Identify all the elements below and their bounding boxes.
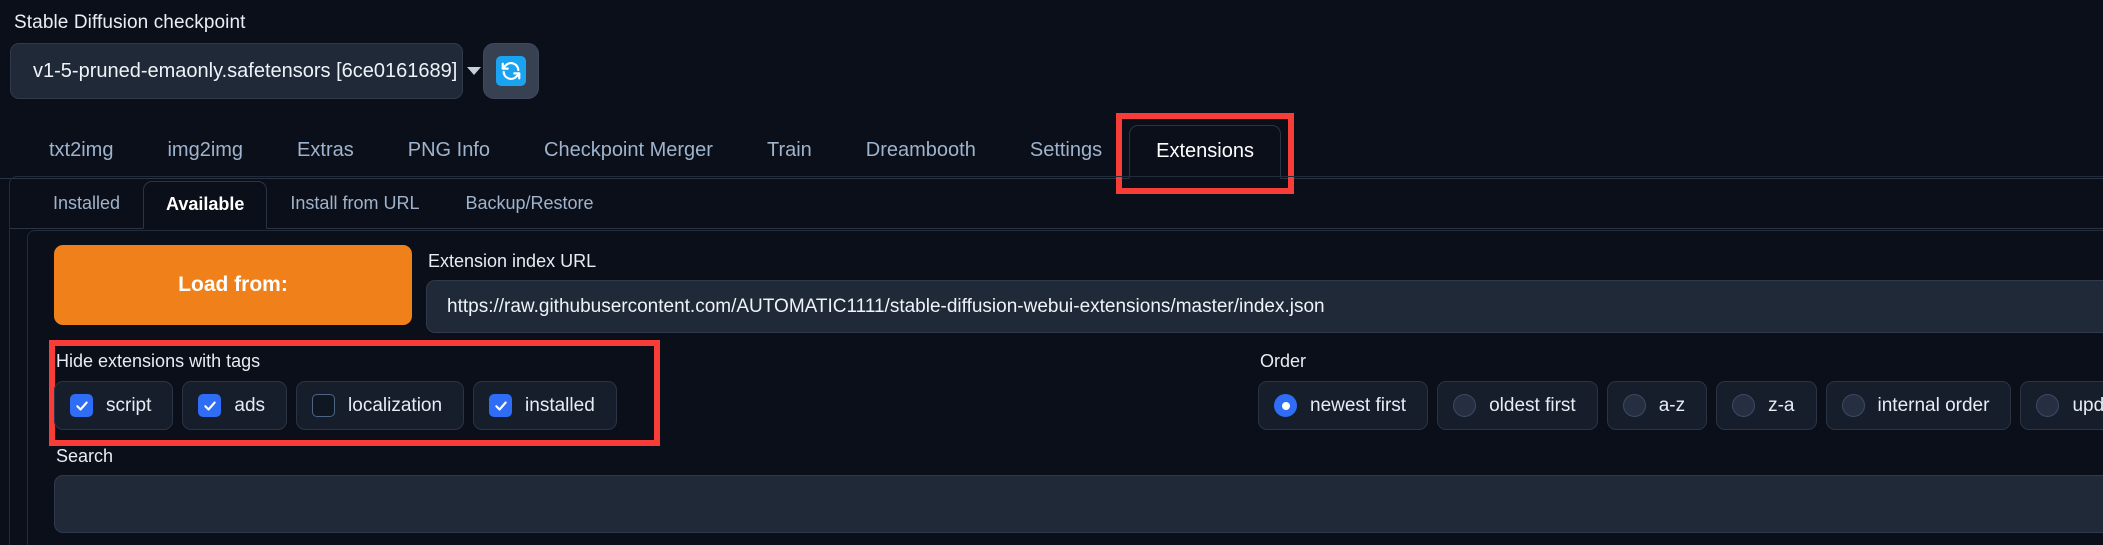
radio-oldest-first[interactable]: oldest first	[1437, 381, 1598, 430]
radio-z-a-label: z-a	[1768, 394, 1795, 416]
checkpoint-label: Stable Diffusion checkpoint	[14, 12, 246, 33]
checkbox-ads[interactable]: ads	[182, 381, 288, 430]
refresh-checkpoints-button[interactable]	[483, 43, 539, 99]
checkbox-installed[interactable]: installed	[473, 381, 617, 430]
hide-tags-label: Hide extensions with tags	[56, 351, 261, 371]
checkpoint-dropdown[interactable]: v1-5-pruned-emaonly.safetensors [6ce0161…	[10, 43, 482, 99]
radio-selected-icon	[1274, 394, 1297, 417]
radio-unselected-icon	[1453, 394, 1477, 417]
radio-unselected-icon	[1841, 394, 1865, 417]
checkpoint-value: v1-5-pruned-emaonly.safetensors [6ce0161…	[33, 59, 458, 82]
checkbox-script-label: script	[106, 394, 152, 416]
available-tab-content: Load from: Extension index URL https://r…	[27, 230, 2103, 545]
chevron-down-icon	[467, 67, 482, 75]
radio-unselected-icon	[2036, 394, 2060, 417]
load-from-row: Load from: Extension index URL https://r…	[28, 245, 2103, 333]
radio-oldest-first-label: oldest first	[1489, 394, 1576, 416]
tab-txt2img[interactable]: txt2img	[22, 138, 140, 178]
tab-img2img[interactable]: img2img	[140, 138, 270, 178]
radio-unselected-icon	[1622, 394, 1646, 417]
webui-root: Stable Diffusion checkpoint v1-5-pruned-…	[0, 0, 2103, 545]
extensions-panel: Installed Available Install from URL Bac…	[9, 176, 2103, 545]
tab-checkpoint-merger[interactable]: Checkpoint Merger	[517, 138, 740, 178]
extension-index-input[interactable]: https://raw.githubusercontent.com/AUTOMA…	[426, 280, 2103, 333]
extensions-subtabbar: Installed Available Install from URL Bac…	[10, 177, 2103, 229]
radio-a-z-label: a-z	[1658, 394, 1686, 416]
radio-newest-first[interactable]: newest first	[1258, 381, 1429, 430]
radio-internal-order-label: internal order	[1877, 394, 1990, 416]
load-from-button[interactable]: Load from:	[54, 245, 412, 325]
checkbox-ads-label: ads	[234, 394, 266, 416]
tab-train[interactable]: Train	[740, 138, 839, 178]
tab-png-info[interactable]: PNG Info	[381, 138, 517, 178]
extension-index-field: Extension index URL https://raw.githubus…	[426, 245, 2103, 333]
radio-update-time[interactable]: update time	[2020, 381, 2103, 430]
subtab-install-from-url[interactable]: Install from URL	[267, 192, 442, 228]
checkbox-checked-icon	[70, 394, 93, 417]
radio-a-z[interactable]: a-z	[1606, 381, 1708, 430]
radio-newest-first-label: newest first	[1310, 394, 1407, 416]
tab-dreambooth[interactable]: Dreambooth	[839, 138, 1003, 178]
radio-update-time-label: update time	[2072, 394, 2103, 416]
main-tabbar: txt2img img2img Extras PNG Info Checkpoi…	[0, 113, 2103, 194]
extension-index-label: Extension index URL	[428, 251, 597, 271]
checkbox-script[interactable]: script	[54, 381, 174, 430]
search-input[interactable]	[54, 475, 2103, 533]
checkbox-unchecked-icon	[312, 394, 336, 417]
tab-settings[interactable]: Settings	[1003, 138, 1129, 178]
checkbox-checked-icon	[198, 394, 222, 417]
radio-z-a[interactable]: z-a	[1716, 381, 1817, 430]
subtab-backup-restore[interactable]: Backup/Restore	[442, 192, 616, 228]
refresh-icon	[496, 56, 526, 86]
checkbox-installed-label: installed	[525, 394, 595, 416]
checkbox-localization[interactable]: localization	[296, 381, 465, 430]
checkbox-localization-label: localization	[348, 394, 443, 416]
checkbox-checked-icon	[489, 394, 513, 417]
checkpoint-section: Stable Diffusion checkpoint v1-5-pruned-…	[0, 0, 2103, 99]
search-label: Search	[56, 446, 114, 466]
subtab-available[interactable]: Available	[143, 181, 268, 229]
hide-tags-group: Hide extensions with tags script ads loc…	[28, 340, 1258, 446]
order-group: Order newest first oldest first a-z z-a …	[1258, 351, 2103, 430]
order-label: Order	[1260, 351, 1307, 371]
subtab-installed[interactable]: Installed	[30, 192, 143, 228]
radio-unselected-icon	[1732, 394, 1756, 417]
tab-extensions[interactable]: Extensions	[1129, 125, 1281, 179]
radio-internal-order[interactable]: internal order	[1825, 381, 2012, 430]
search-group: Search	[28, 446, 2103, 533]
tab-extras[interactable]: Extras	[270, 138, 381, 178]
filters-row: Hide extensions with tags script ads loc…	[28, 340, 2103, 446]
